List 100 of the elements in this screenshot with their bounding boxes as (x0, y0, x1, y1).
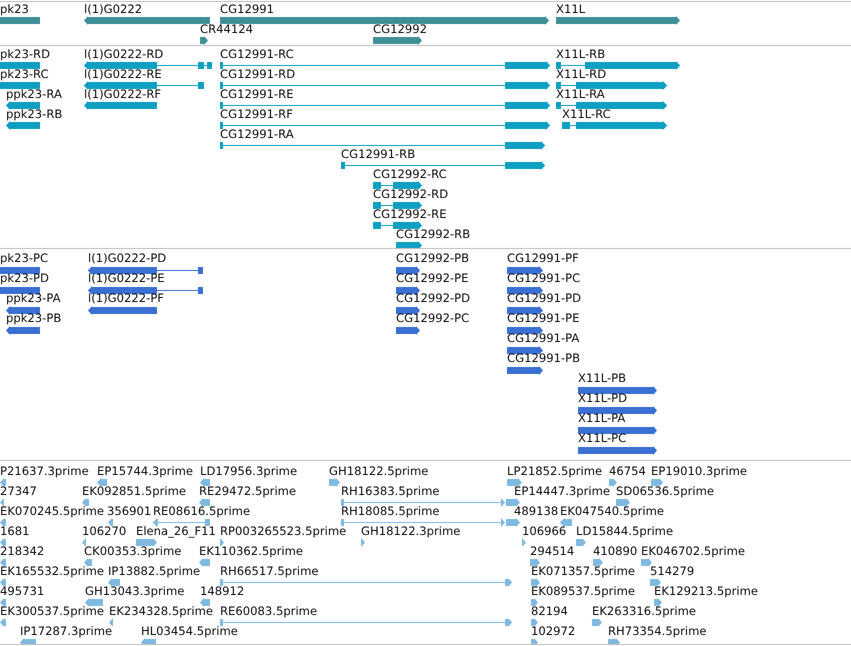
transcript-glyph[interactable] (220, 141, 545, 150)
feature-label: pk23-PC (0, 251, 48, 265)
gene-bar[interactable] (220, 16, 549, 25)
transcript-glyph[interactable] (84, 61, 212, 70)
feature-label: X11L-PB (578, 371, 626, 385)
transcript-glyph[interactable] (373, 221, 422, 230)
protein-glyph[interactable] (578, 426, 657, 435)
feature-label: GH18122.5prime (329, 464, 428, 478)
gene-bar[interactable] (200, 36, 208, 45)
est-glyph[interactable] (0, 558, 6, 567)
feature-label: l(1)G0222-RD (84, 47, 164, 61)
gene-bar[interactable] (556, 16, 680, 25)
protein-glyph[interactable] (6, 306, 40, 315)
feature-label: 148912 (200, 584, 244, 598)
transcript-glyph[interactable] (556, 61, 680, 70)
feature-label: X11L (556, 2, 586, 16)
feature-label: EK263316.5prime (592, 604, 696, 618)
transcript-glyph[interactable] (84, 81, 204, 90)
est-glyph[interactable] (0, 538, 6, 547)
protein-glyph[interactable] (578, 386, 657, 395)
transcript-glyph[interactable] (562, 121, 667, 130)
protein-glyph[interactable] (507, 326, 543, 335)
feature-label: HL03454.5prime (141, 624, 238, 638)
est-glyph[interactable] (0, 478, 6, 487)
feature-label: 218342 (0, 544, 44, 558)
feature-label: GH13043.3prime (85, 584, 184, 598)
feature-label: RH66517.5prime (220, 564, 318, 578)
protein-glyph[interactable] (88, 286, 203, 295)
feature-label: CG12992-PB (396, 251, 470, 265)
feature-label: l(1)G0222-PD (88, 251, 166, 265)
transcript-glyph[interactable] (396, 241, 422, 248)
transcript-glyph[interactable] (220, 61, 550, 70)
feature-label: pk23 (0, 2, 29, 16)
feature-label: l(1)G0222-RF (84, 87, 162, 101)
feature-label: CG12991 (220, 2, 274, 16)
feature-label: 82194 (531, 604, 568, 618)
transcript-glyph[interactable] (84, 101, 157, 110)
est-glyph[interactable] (651, 478, 663, 487)
feature-label: l(1)G0222-PE (88, 271, 165, 285)
est-glyph[interactable] (654, 598, 662, 607)
feature-label: LP21852.5prime (507, 464, 602, 478)
feature-label: EP14447.3prime (514, 484, 610, 498)
feature-label: RE08616.5prime (153, 504, 250, 518)
transcript-glyph[interactable] (373, 201, 422, 210)
feature-label: CG12991-PD (507, 291, 582, 305)
transcript-glyph[interactable] (0, 81, 40, 90)
feature-label: EK047540.5prime (560, 504, 664, 518)
feature-label: ppk23-RB (6, 107, 62, 121)
transcript-glyph[interactable] (556, 81, 667, 90)
transcript-glyph[interactable] (341, 161, 545, 170)
transcript-glyph[interactable] (373, 181, 422, 190)
protein-glyph[interactable] (507, 266, 543, 275)
feature-label: RP003265523.5prime (220, 524, 346, 538)
feature-label: X11L-RC (562, 107, 611, 121)
gene-bar[interactable] (373, 36, 422, 45)
feature-label: CG12991-RF (220, 107, 293, 121)
est-glyph[interactable] (650, 578, 661, 587)
gene-bar[interactable] (0, 16, 40, 25)
feature-label: CR44124 (200, 22, 254, 36)
feature-label: EP19010.3prime (651, 464, 748, 478)
feature-label: CG12991-RD (220, 67, 296, 81)
protein-glyph[interactable] (507, 306, 543, 315)
protein-glyph[interactable] (0, 286, 40, 295)
protein-glyph[interactable] (507, 286, 543, 295)
feature-label: 46754 (609, 464, 646, 478)
protein-glyph[interactable] (88, 266, 203, 275)
feature-label: pk23-PD (0, 271, 49, 285)
feature-label: P21637.3prime (0, 464, 89, 478)
feature-label: CG12992-PE (396, 271, 468, 285)
gene-bar[interactable] (84, 16, 210, 25)
protein-glyph[interactable] (396, 306, 420, 315)
feature-label: pk23-RC (0, 67, 49, 81)
feature-label: CG12991-RC (220, 47, 294, 61)
transcript-glyph[interactable] (556, 101, 667, 110)
protein-glyph[interactable] (396, 286, 420, 295)
feature-label: 27347 (0, 484, 37, 498)
transcript-glyph[interactable] (220, 101, 550, 110)
est-glyph[interactable] (0, 598, 6, 607)
transcript-glyph[interactable] (220, 121, 550, 130)
feature-label: CG12991-RA (220, 127, 294, 141)
est-glyph[interactable] (593, 558, 603, 567)
feature-label: 356901 (107, 504, 152, 518)
feature-label: RE60083.5prime (220, 604, 318, 618)
transcript-glyph[interactable] (0, 61, 40, 70)
feature-label: 489138 (514, 504, 558, 518)
protein-glyph[interactable] (578, 406, 657, 415)
protein-glyph[interactable] (507, 346, 543, 355)
est-glyph[interactable] (200, 478, 210, 487)
transcript-glyph[interactable] (220, 81, 550, 90)
protein-glyph[interactable] (0, 266, 40, 275)
transcript-glyph[interactable] (6, 121, 40, 130)
transcript-glyph[interactable] (6, 101, 40, 110)
protein-glyph[interactable] (396, 266, 420, 275)
est-glyph[interactable] (530, 558, 540, 567)
feature-label: X11L-PA (578, 411, 626, 425)
feature-label: l(1)G0222-RE (84, 67, 162, 81)
est-glyph[interactable] (0, 498, 4, 507)
est-glyph[interactable] (531, 578, 540, 587)
feature-label: CG12991-PC (507, 271, 580, 285)
feature-label: CK00353.3prime (84, 544, 182, 558)
